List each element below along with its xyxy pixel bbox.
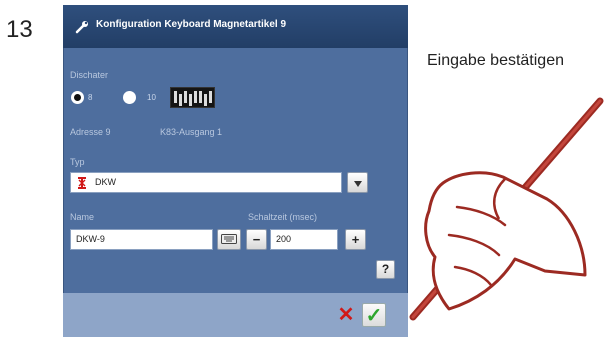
type-select[interactable]: DKW xyxy=(70,172,342,193)
address-label: Adresse 9 xyxy=(70,127,111,137)
decrement-button[interactable]: − xyxy=(246,229,267,250)
name-label: Name xyxy=(70,212,95,222)
wrench-icon xyxy=(75,21,88,34)
config-dialog: Konfiguration Keyboard Magnetartikel 9 D… xyxy=(63,5,408,337)
pen-hand-illustration xyxy=(409,97,604,321)
output-label: K83-Ausgang 1 xyxy=(160,127,223,137)
callout-text: Eingabe bestätigen xyxy=(427,52,564,69)
dipswitch-label: Dischater xyxy=(70,70,109,80)
help-button[interactable]: ? xyxy=(376,260,395,279)
type-label: Typ xyxy=(70,157,85,167)
radio-10[interactable] xyxy=(123,91,136,104)
turnout-icon xyxy=(78,177,86,189)
increment-button[interactable]: + xyxy=(345,229,366,250)
type-dropdown-button[interactable] xyxy=(347,172,368,193)
switch-time-input[interactable]: 200 xyxy=(270,229,338,250)
keyboard-icon xyxy=(221,234,237,244)
dialog-title: Konfiguration Keyboard Magnetartikel 9 xyxy=(96,19,287,30)
radio-8[interactable] xyxy=(71,91,84,104)
switch-time-label: Schaltzeit (msec) xyxy=(248,212,318,222)
ok-button[interactable]: ✓ xyxy=(362,303,386,327)
cancel-button[interactable]: ✕ xyxy=(334,303,358,327)
radio-8-label: 8 xyxy=(88,93,93,102)
dipswitch-icon xyxy=(170,87,215,108)
step-number: 13 xyxy=(6,16,33,43)
type-value: DKW xyxy=(95,177,116,187)
keyboard-button[interactable] xyxy=(217,229,241,250)
dialog-titlebar: Konfiguration Keyboard Magnetartikel 9 xyxy=(63,5,408,48)
chevron-down-icon xyxy=(353,181,362,187)
name-input[interactable]: DKW-9 xyxy=(70,229,213,250)
radio-10-label: 10 xyxy=(147,93,156,102)
